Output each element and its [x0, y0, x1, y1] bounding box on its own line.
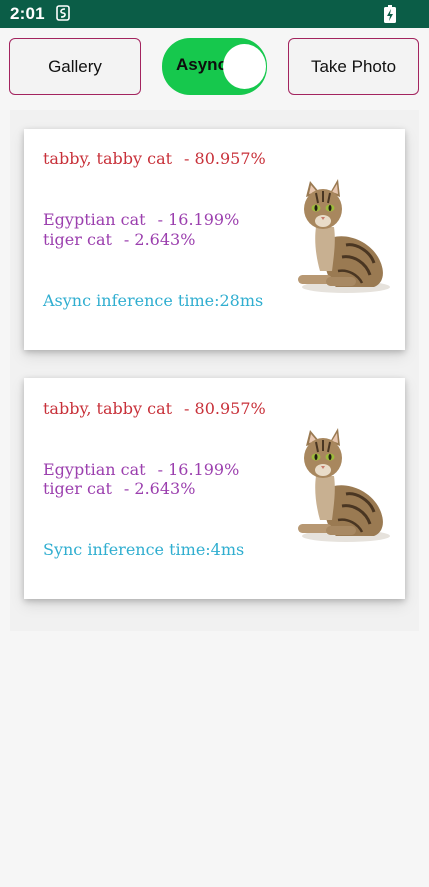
inference-time: Sync inference time:4ms — [43, 540, 245, 559]
prediction-label: tabby, tabby cat — [43, 149, 173, 168]
result-card-async: tabby, tabby cat - 80.957% Egyptian cat - … — [24, 129, 405, 350]
async-toggle-label: Async — [176, 55, 228, 74]
prediction-score: - 2.643% — [123, 479, 196, 498]
cat-photo — [286, 428, 392, 548]
take-photo-button-label: Take Photo — [310, 56, 397, 76]
prediction-top: tabby, tabby cat - 80.957% — [43, 149, 266, 168]
gallery-button[interactable]: Gallery — [9, 38, 141, 95]
gallery-button-label: Gallery — [48, 56, 102, 76]
prediction-second: Egyptian cat - 16.199% — [43, 210, 239, 229]
prediction-label: tiger cat — [43, 230, 112, 249]
prediction-score: - 16.199% — [157, 210, 240, 229]
async-toggle[interactable]: Async — [162, 38, 267, 95]
prediction-label: Egyptian cat — [43, 210, 146, 229]
inference-time: Async inference time:28ms — [43, 291, 264, 310]
toggle-thumb — [223, 44, 266, 89]
prediction-label: tabby, tabby cat — [43, 399, 173, 418]
prediction-top: tabby, tabby cat - 80.957% — [43, 399, 266, 418]
prediction-third: tiger cat - 2.643% — [43, 230, 195, 249]
prediction-label: tiger cat — [43, 479, 112, 498]
prediction-score: - 2.643% — [123, 230, 196, 249]
result-card-sync: tabby, tabby cat - 80.957% Egyptian cat - … — [24, 378, 405, 599]
take-photo-button[interactable]: Take Photo — [288, 38, 419, 95]
prediction-label: Egyptian cat — [43, 460, 146, 479]
status-time: 2:01 — [10, 4, 45, 23]
prediction-score: - 80.957% — [184, 399, 266, 418]
prediction-second: Egyptian cat - 16.199% — [43, 460, 239, 479]
prediction-third: tiger cat - 2.643% — [43, 479, 195, 498]
sim-icon — [56, 5, 70, 21]
status-bar: 2:01 — [0, 0, 429, 28]
prediction-score: - 16.199% — [157, 460, 240, 479]
cat-photo — [286, 179, 392, 299]
battery-charging-icon — [384, 5, 396, 23]
prediction-score: - 80.957% — [184, 149, 266, 168]
